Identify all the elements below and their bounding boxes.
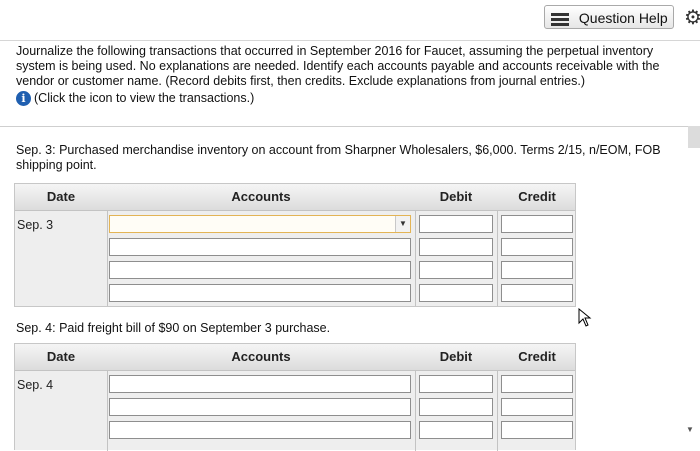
account-input[interactable] bbox=[109, 375, 411, 393]
credit-input[interactable] bbox=[501, 398, 573, 416]
chevron-down-icon[interactable]: ▼ bbox=[395, 216, 410, 232]
col-debit: Debit bbox=[439, 189, 473, 204]
col-credit: Credit bbox=[518, 189, 556, 204]
debit-input[interactable] bbox=[419, 261, 493, 279]
info-label: (Click the icon to view the transactions… bbox=[34, 91, 255, 105]
question-help-button[interactable]: Question Help bbox=[544, 5, 674, 29]
col-debit: Debit bbox=[439, 349, 473, 364]
gear-icon[interactable]: ⚙ bbox=[684, 8, 700, 28]
account-input[interactable] bbox=[109, 261, 411, 279]
credit-input[interactable] bbox=[501, 261, 573, 279]
info-row[interactable]: i (Click the icon to view the transaction… bbox=[16, 91, 692, 107]
col-separator bbox=[107, 210, 108, 306]
col-credit: Credit bbox=[518, 349, 556, 364]
credit-input[interactable] bbox=[501, 375, 573, 393]
journal-header: Date Accounts Debit Credit bbox=[15, 184, 575, 211]
credit-input[interactable] bbox=[501, 215, 573, 233]
entry-prompt: Sep. 4: Paid freight bill of $90 on Sept… bbox=[16, 321, 331, 335]
question-help-label: Question Help bbox=[578, 10, 668, 26]
scrollbar-thumb[interactable] bbox=[688, 126, 700, 148]
credit-input[interactable] bbox=[501, 238, 573, 256]
account-select[interactable]: ▼ bbox=[109, 215, 411, 233]
col-date: Date bbox=[46, 349, 76, 364]
account-input[interactable] bbox=[109, 238, 411, 256]
col-separator bbox=[497, 370, 498, 451]
debit-input[interactable] bbox=[419, 375, 493, 393]
col-accounts: Accounts bbox=[231, 349, 291, 364]
col-date: Date bbox=[46, 189, 76, 204]
col-accounts: Accounts bbox=[231, 189, 291, 204]
mouse-cursor-icon bbox=[578, 308, 592, 327]
entry-date: Sep. 4 bbox=[17, 378, 54, 392]
journal-table-2: Date Accounts Debit Credit Sep. 4 bbox=[14, 343, 576, 451]
section-divider bbox=[0, 126, 700, 127]
top-bar: Question Help ⚙ bbox=[0, 0, 700, 41]
debit-input[interactable] bbox=[419, 398, 493, 416]
account-input[interactable] bbox=[109, 421, 411, 439]
instructions-text: Journalize the following transactions th… bbox=[16, 44, 660, 88]
entry-prompt: Sep. 3: Purchased merchandise inventory … bbox=[16, 143, 661, 172]
journal-body: Sep. 4 bbox=[15, 370, 575, 451]
debit-input[interactable] bbox=[419, 284, 493, 302]
journal-table-1: Date Accounts Debit Credit Sep. 3 ▼ bbox=[14, 183, 576, 307]
info-icon[interactable]: i bbox=[16, 91, 31, 107]
account-input[interactable] bbox=[109, 284, 411, 302]
credit-input[interactable] bbox=[501, 284, 573, 302]
journal-body: Sep. 3 ▼ bbox=[15, 210, 575, 306]
account-input[interactable] bbox=[109, 398, 411, 416]
list-icon bbox=[551, 11, 569, 28]
col-separator bbox=[415, 210, 416, 306]
col-separator bbox=[107, 370, 108, 451]
journal-header: Date Accounts Debit Credit bbox=[15, 344, 575, 371]
debit-input[interactable] bbox=[419, 421, 493, 439]
debit-input[interactable] bbox=[419, 238, 493, 256]
col-separator bbox=[415, 370, 416, 451]
instructions: Journalize the following transactions th… bbox=[16, 44, 692, 107]
debit-input[interactable] bbox=[419, 215, 493, 233]
credit-input[interactable] bbox=[501, 421, 573, 439]
col-separator bbox=[497, 210, 498, 306]
scroll-down-icon[interactable]: ▼ bbox=[686, 425, 694, 434]
entry-date: Sep. 3 bbox=[17, 218, 54, 232]
